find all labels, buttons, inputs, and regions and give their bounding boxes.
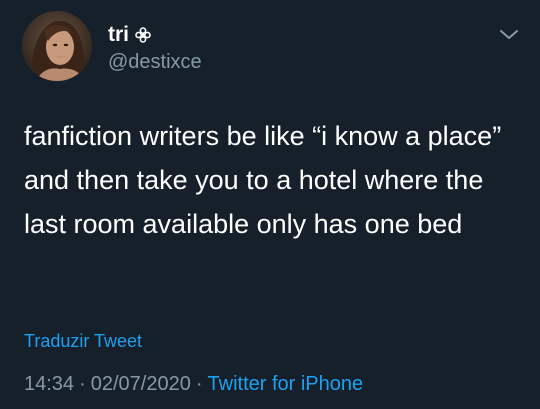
translate-tweet-link[interactable]: Traduzir Tweet — [24, 330, 142, 352]
user-handle[interactable]: @destixce — [108, 49, 202, 75]
tweet-date[interactable]: 02/07/2020 — [91, 373, 191, 395]
display-name[interactable]: tri — [108, 22, 129, 48]
display-name-row: tri — [108, 22, 151, 48]
flower-icon — [135, 27, 151, 43]
meta-separator: · — [195, 373, 203, 395]
meta-separator: · — [79, 373, 86, 395]
chevron-down-icon[interactable] — [497, 26, 521, 44]
tweet-source-link[interactable]: Twitter for iPhone — [208, 373, 364, 395]
avatar[interactable] — [22, 11, 92, 81]
tweet-text: fanfiction writers be like “i know a pla… — [24, 121, 502, 239]
tweet-meta: 14:34 · 02/07/2020 · Twitter for iPhone — [24, 372, 363, 396]
tweet-time[interactable]: 14:34 — [24, 373, 74, 395]
tweet-card: tri @destixce fanfiction writers be like… — [0, 0, 540, 409]
avatar-image — [22, 11, 92, 81]
